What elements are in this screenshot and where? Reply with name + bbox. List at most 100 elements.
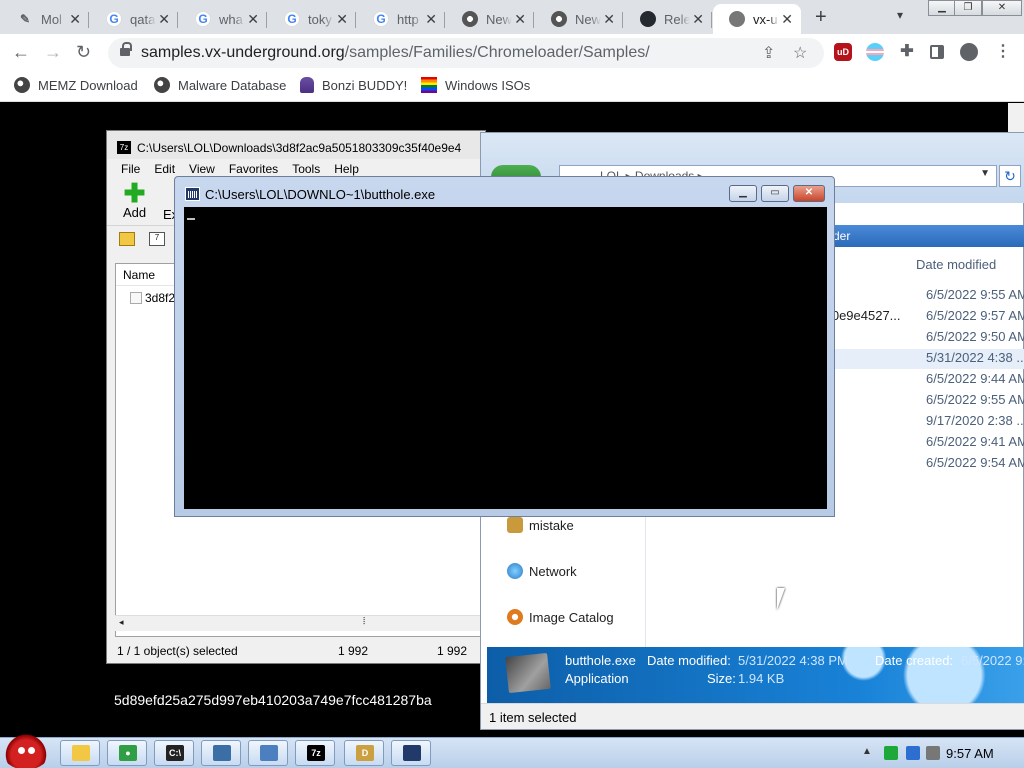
taskbar-button[interactable] bbox=[248, 740, 288, 766]
taskbar-clock[interactable]: 9:57 AM bbox=[946, 746, 994, 761]
tab-strip: + ▾ ▁ ❐ ✕ ✎ Mol ✕ Gqata ✕ Gwha ✕ Gtoky ✕ Ghttp ✕ Ne… bbox=[0, 0, 1024, 34]
folder-up-icon[interactable] bbox=[119, 232, 135, 246]
taskbar-button[interactable]: ● bbox=[107, 740, 147, 766]
bookmark-memz[interactable]: MEMZ Download bbox=[14, 77, 138, 93]
file-date-modified[interactable]: 6/5/2022 9:41 AM bbox=[926, 434, 1024, 449]
file-date-modified[interactable]: 6/5/2022 9:50 AM bbox=[926, 329, 1024, 344]
browser-tab[interactable]: vx-u ✕ bbox=[713, 4, 801, 34]
network-icon bbox=[507, 563, 523, 579]
bird-eye-icon bbox=[18, 747, 25, 754]
restore-browser-button[interactable]: ❐ bbox=[954, 0, 982, 16]
close-tab-icon[interactable]: ✕ bbox=[158, 11, 170, 28]
bookmark-star-icon[interactable]: ☆ bbox=[793, 43, 807, 63]
console-output[interactable] bbox=[184, 207, 827, 509]
page-scrollbar[interactable] bbox=[1008, 103, 1024, 133]
console-icon bbox=[185, 187, 200, 201]
tab-separator bbox=[88, 12, 89, 28]
file-date-modified[interactable]: 6/5/2022 9:55 AM bbox=[926, 392, 1024, 407]
network-tray-icon[interactable] bbox=[906, 746, 920, 760]
taskbar-button[interactable]: C:\ bbox=[154, 740, 194, 766]
taskbar-button[interactable] bbox=[60, 740, 100, 766]
ublock-icon[interactable]: uD bbox=[834, 43, 852, 61]
browser-tab[interactable]: Gtoky ✕ bbox=[268, 4, 356, 34]
close-tab-icon[interactable]: ✕ bbox=[336, 11, 348, 28]
new-tab-button[interactable]: + bbox=[815, 6, 827, 29]
bookmark-bonzi-buddy[interactable]: Bonzi BUDDY! bbox=[300, 77, 407, 93]
browser-tab[interactable]: Ghttp ✕ bbox=[357, 4, 445, 34]
tab-title: qata bbox=[130, 11, 156, 27]
browser-tab[interactable]: Gwha ✕ bbox=[179, 4, 267, 34]
chrome-taskbar-icon: ● bbox=[119, 745, 137, 761]
minimize-browser-button[interactable]: ▁ bbox=[928, 0, 956, 16]
taskbar-button[interactable] bbox=[201, 740, 241, 766]
flag-extension-icon[interactable] bbox=[866, 43, 884, 61]
7zip-archive-icon: 7 bbox=[149, 232, 165, 246]
close-tab-icon[interactable]: ✕ bbox=[781, 11, 793, 28]
nav-item-mistake[interactable]: mistake bbox=[507, 517, 574, 533]
start-button-angry-bird-icon[interactable] bbox=[2, 732, 50, 768]
minimize-button[interactable]: ▁ bbox=[729, 185, 757, 202]
close-button[interactable]: ✕ bbox=[793, 185, 825, 202]
profile-avatar-icon[interactable] bbox=[960, 43, 978, 61]
forward-arrow-icon[interactable]: → bbox=[44, 42, 62, 62]
side-panel-icon[interactable] bbox=[930, 45, 944, 59]
menu-edit[interactable]: Edit bbox=[154, 159, 175, 179]
tab-separator bbox=[266, 12, 267, 28]
file-date-modified[interactable]: 6/5/2022 9:44 AM bbox=[926, 371, 1024, 386]
browser-tab[interactable]: Gqata ✕ bbox=[90, 4, 178, 34]
chevron-down-icon[interactable]: ▼ bbox=[980, 168, 990, 179]
7zip-title: 7z C:\Users\LOL\Downloads\3d8f2ac9a50518… bbox=[107, 131, 485, 159]
explorer-taskbar-icon bbox=[72, 745, 90, 761]
bonzi-icon bbox=[300, 77, 314, 93]
address-bar[interactable]: samples.vx-underground.org/samples/Famil… bbox=[108, 38, 824, 68]
bookmark-malware-database[interactable]: Malware Database bbox=[154, 77, 286, 93]
nav-item-network[interactable]: Network bbox=[507, 563, 577, 579]
close-tab-icon[interactable]: ✕ bbox=[425, 11, 437, 28]
url-host: samples.vx-underground.org bbox=[141, 44, 345, 61]
rainbow-flag-icon bbox=[421, 77, 437, 93]
extensions-puzzle-icon[interactable]: ✚ bbox=[898, 43, 916, 61]
reload-icon[interactable]: ↻ bbox=[76, 42, 91, 62]
volume-icon[interactable] bbox=[926, 746, 940, 760]
back-arrow-icon[interactable]: ← bbox=[12, 42, 30, 62]
tab-separator bbox=[711, 12, 712, 28]
scroll-grip-icon[interactable]: ⦙ bbox=[363, 616, 365, 627]
close-tab-icon[interactable]: ✕ bbox=[69, 11, 81, 28]
refresh-icon[interactable]: ↻ bbox=[999, 165, 1021, 187]
maximize-button[interactable]: ▭ bbox=[761, 185, 789, 202]
file-date-modified[interactable]: 6/5/2022 9:57 AM bbox=[926, 308, 1024, 323]
nav-item-image-catalog[interactable]: Image Catalog bbox=[507, 609, 614, 625]
close-browser-button[interactable]: ✕ bbox=[982, 0, 1022, 16]
share-icon[interactable]: ⇪ bbox=[762, 43, 775, 63]
browser-tab[interactable]: New ✕ bbox=[535, 4, 623, 34]
battery-icon[interactable] bbox=[884, 746, 898, 760]
browser-tab[interactable]: Rele ✕ bbox=[624, 4, 712, 34]
text-cursor bbox=[187, 218, 195, 220]
tab-search-icon[interactable]: ▾ bbox=[897, 8, 903, 22]
close-tab-icon[interactable]: ✕ bbox=[603, 11, 615, 28]
detail-size-label: Size: bbox=[707, 671, 736, 686]
menu-file[interactable]: File bbox=[121, 159, 140, 179]
taskbar-button[interactable]: 7z bbox=[295, 740, 335, 766]
browser-tab[interactable]: New ✕ bbox=[446, 4, 534, 34]
taskbar-button[interactable] bbox=[391, 740, 431, 766]
add-button[interactable]: ✚ Add bbox=[123, 180, 146, 220]
file-date-modified[interactable]: 6/5/2022 9:55 AM bbox=[926, 287, 1024, 302]
menu-kebab-icon[interactable]: ⋮ bbox=[994, 43, 1012, 61]
taskbar-button[interactable]: D bbox=[344, 740, 384, 766]
detail-date-created-label: Date created: bbox=[875, 653, 954, 668]
horizontal-scrollbar[interactable]: ◂ ⦙ bbox=[115, 615, 485, 631]
tray-expand-icon[interactable]: ▲ bbox=[862, 746, 872, 757]
file-date-modified[interactable]: 5/31/2022 4:38 ... bbox=[926, 350, 1024, 365]
close-tab-icon[interactable]: ✕ bbox=[692, 11, 704, 28]
status-selected: 1 / 1 object(s) selected bbox=[117, 644, 238, 658]
scroll-left-icon[interactable]: ◂ bbox=[119, 617, 124, 628]
bookmark-windows-isos[interactable]: Windows ISOs bbox=[421, 77, 530, 93]
close-tab-icon[interactable]: ✕ bbox=[247, 11, 259, 28]
file-date-modified[interactable]: 9/17/2020 2:38 ... bbox=[926, 413, 1024, 428]
file-date-modified[interactable]: 6/5/2022 9:54 AM bbox=[926, 455, 1024, 470]
file-thumbnail-icon bbox=[505, 652, 551, 694]
close-tab-icon[interactable]: ✕ bbox=[514, 11, 526, 28]
browser-tab[interactable]: ✎ Mol ✕ bbox=[1, 4, 89, 34]
column-header-date-modified[interactable]: Date modified bbox=[916, 257, 996, 272]
